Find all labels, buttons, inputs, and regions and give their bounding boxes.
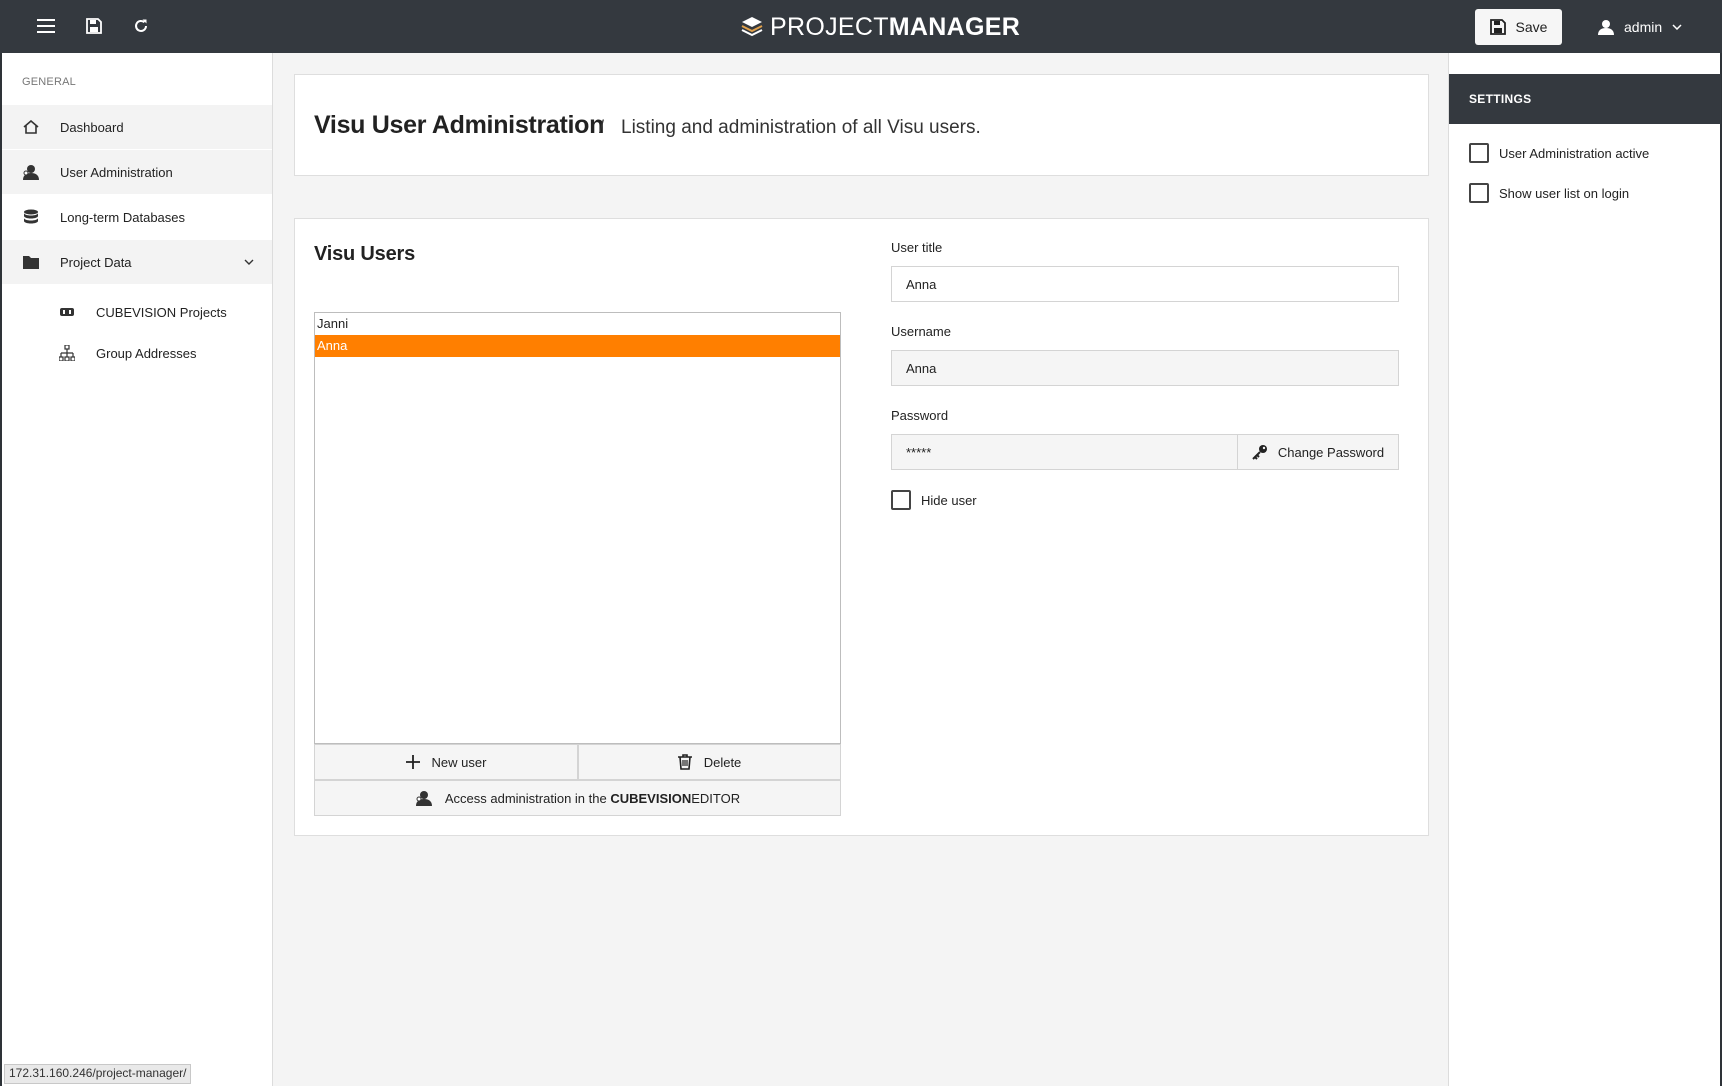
access-administration-label: Access administration in the CUBEVISIONE…	[444, 790, 741, 806]
user-admin-active-checkbox[interactable]	[1469, 143, 1489, 163]
sidebar-item-dashboard[interactable]: Dashboard	[2, 105, 272, 149]
logo-layers-icon	[741, 17, 763, 37]
chevron-down-icon[interactable]	[244, 240, 254, 284]
title-separator: /	[599, 117, 605, 137]
user-list-item-selected[interactable]: Anna	[315, 335, 840, 357]
page-subtitle: Listing and administration of all Visu u…	[621, 117, 981, 138]
user-admin-icon	[415, 791, 432, 806]
sidebar-item-label: User Administration	[60, 164, 173, 180]
sidebar-item-label: Project Data	[60, 254, 132, 270]
sidebar-item-user-administration[interactable]: User Administration	[2, 150, 272, 194]
new-user-label: New user	[431, 754, 487, 770]
page-title: Visu User Administration	[314, 111, 605, 139]
cubevision-icon	[2, 308, 96, 316]
database-icon	[2, 209, 60, 225]
logo-text-bold: MANAGER	[888, 12, 1021, 41]
save-button-label: Save	[1515, 19, 1548, 35]
hierarchy-icon	[2, 345, 96, 361]
hide-user-option[interactable]: Hide user	[891, 490, 977, 510]
sidebar-subitem-cubevision-projects[interactable]: CUBEVISION Projects	[2, 295, 272, 329]
username-input[interactable]	[891, 350, 1399, 386]
folder-icon	[2, 255, 60, 269]
setting-show-user-list[interactable]: Show user list on login	[1469, 183, 1629, 203]
sidebar: GENERAL Dashboard User Administration Lo…	[0, 53, 273, 1086]
user-menu[interactable]: admin	[1598, 14, 1682, 40]
delete-button[interactable]: Delete	[578, 744, 841, 780]
setting-label: User Administration active	[1499, 145, 1650, 161]
new-user-button[interactable]: New user	[314, 744, 578, 780]
sidebar-item-project-data[interactable]: Project Data	[2, 240, 272, 284]
show-user-list-checkbox[interactable]	[1469, 183, 1489, 203]
plus-icon	[405, 755, 420, 769]
user-name: admin	[1624, 19, 1663, 35]
password-input[interactable]	[891, 434, 1238, 470]
floppy-icon	[1489, 19, 1506, 35]
save-button[interactable]: Save	[1475, 9, 1562, 45]
sidebar-item-long-term-databases[interactable]: Long-term Databases	[2, 195, 272, 239]
setting-user-admin-active[interactable]: User Administration active	[1469, 143, 1649, 163]
user-icon	[1598, 20, 1614, 35]
sidebar-section-label: GENERAL	[22, 76, 76, 88]
user-list-item[interactable]: Janni	[315, 313, 840, 335]
sidebar-item-label: Dashboard	[60, 119, 124, 135]
user-admin-icon	[2, 164, 60, 180]
user-list[interactable]: Janni Anna	[314, 312, 841, 744]
page-header: Visu User Administration / Listing and a…	[294, 74, 1429, 176]
floppy-icon[interactable]	[81, 13, 107, 39]
chevron-down-icon	[1672, 24, 1682, 30]
logo-text-light: PROJECT	[770, 12, 889, 41]
delete-label: Delete	[703, 754, 742, 770]
status-url: 172.31.160.246/project-manager/	[4, 1064, 192, 1084]
sidebar-item-label: Long-term Databases	[60, 209, 186, 225]
sidebar-subitem-label: Group Addresses	[96, 345, 197, 361]
sidebar-subitem-label: CUBEVISION Projects	[96, 304, 227, 320]
username-label: Username	[891, 324, 951, 339]
user-title-label: User title	[891, 240, 943, 255]
trash-icon	[677, 754, 692, 770]
settings-title: SETTINGS	[1449, 74, 1721, 124]
top-bar: PROJECT MANAGER Save admin	[0, 0, 1722, 53]
users-title: Visu Users	[314, 243, 416, 265]
change-password-button[interactable]: Change Password	[1237, 434, 1399, 470]
access-administration-button[interactable]: Access administration in the CUBEVISIONE…	[314, 780, 841, 816]
home-icon	[2, 120, 60, 134]
refresh-icon[interactable]	[128, 13, 154, 39]
hide-user-checkbox[interactable]	[891, 490, 911, 510]
key-icon	[1252, 445, 1267, 460]
change-password-label: Change Password	[1277, 444, 1385, 460]
user-title-input[interactable]	[891, 266, 1399, 302]
sidebar-subitem-group-addresses[interactable]: Group Addresses	[2, 336, 272, 370]
hide-user-label: Hide user	[921, 492, 977, 508]
password-label: Password	[891, 408, 949, 423]
hamburger-icon[interactable]	[33, 13, 59, 39]
settings-panel: SETTINGS User Administration active Show…	[1448, 53, 1722, 1086]
app-logo: PROJECT MANAGER	[740, 12, 1020, 42]
users-panel: Visu Users Janni Anna New user Delete Ac…	[294, 218, 1429, 836]
setting-label: Show user list on login	[1499, 185, 1630, 201]
